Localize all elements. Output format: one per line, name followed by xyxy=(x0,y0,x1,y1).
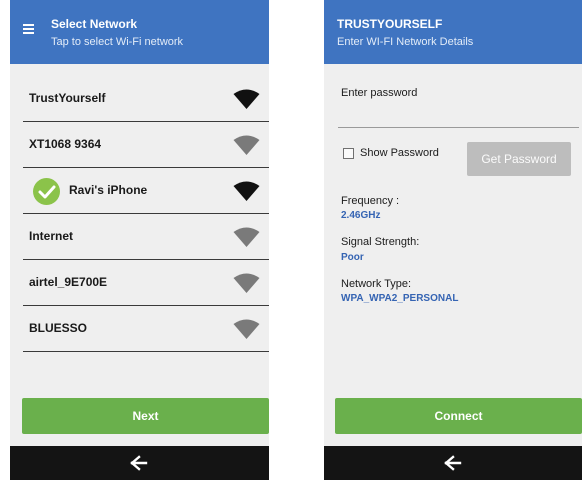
app-bar: TRUSTYOURSELF Enter WI-FI Network Detail… xyxy=(324,0,582,64)
network-row[interactable]: TrustYourself xyxy=(23,76,269,122)
navigation-bar xyxy=(10,446,269,480)
network-name: airtel_9E700E xyxy=(29,275,108,289)
network-details-screen: TRUSTYOURSELF Enter WI-FI Network Detail… xyxy=(324,0,582,480)
next-button[interactable]: Next xyxy=(22,398,269,434)
wifi-signal-icon xyxy=(233,227,260,247)
network-row[interactable]: Ravi's iPhone xyxy=(23,168,269,214)
wifi-signal-icon xyxy=(233,273,260,293)
signal-strength-label: Signal Strength: xyxy=(341,236,420,248)
frequency-value: 2.46GHz xyxy=(341,210,381,221)
signal-strength-value: Poor xyxy=(341,252,364,263)
network-row[interactable]: airtel_9E700E xyxy=(23,260,269,306)
network-title: TRUSTYOURSELF xyxy=(337,17,443,31)
network-name: Internet xyxy=(29,229,74,243)
network-row[interactable]: BLUESSO xyxy=(23,306,269,352)
network-name: TrustYourself xyxy=(29,91,106,105)
hamburger-menu-icon[interactable] xyxy=(23,24,37,38)
network-name: BLUESSO xyxy=(29,321,88,335)
screen-subtitle: Tap to select Wi-Fi network xyxy=(51,36,184,48)
network-name: Ravi's iPhone xyxy=(69,183,148,197)
network-type-label: Network Type: xyxy=(341,278,412,290)
screen-title: Select Network xyxy=(51,17,138,31)
screen-subtitle: Enter WI-FI Network Details xyxy=(337,36,474,48)
wifi-signal-icon xyxy=(233,89,260,109)
connect-button[interactable]: Connect xyxy=(335,398,582,434)
back-arrow-icon[interactable] xyxy=(130,454,148,472)
select-network-screen: Select Network Tap to select Wi-Fi netwo… xyxy=(10,0,269,480)
wifi-signal-icon xyxy=(233,181,260,201)
show-password-label: Show Password xyxy=(360,147,439,159)
network-name: XT1068 9364 xyxy=(29,137,102,151)
frequency-label: Frequency : xyxy=(341,195,400,207)
app-bar: Select Network Tap to select Wi-Fi netwo… xyxy=(10,0,269,64)
password-input[interactable] xyxy=(338,112,579,128)
get-password-button[interactable]: Get Password xyxy=(467,142,571,176)
check-circle-icon xyxy=(33,178,60,205)
wifi-signal-icon xyxy=(233,135,260,155)
network-type-value: WPA_WPA2_PERSONAL xyxy=(341,293,459,304)
network-row[interactable]: Internet xyxy=(23,214,269,260)
wifi-signal-icon xyxy=(233,319,260,339)
show-password-checkbox[interactable] xyxy=(343,148,354,159)
password-label: Enter password xyxy=(341,87,418,99)
network-row[interactable]: XT1068 9364 xyxy=(23,122,269,168)
back-arrow-icon[interactable] xyxy=(444,454,462,472)
navigation-bar xyxy=(324,446,582,480)
